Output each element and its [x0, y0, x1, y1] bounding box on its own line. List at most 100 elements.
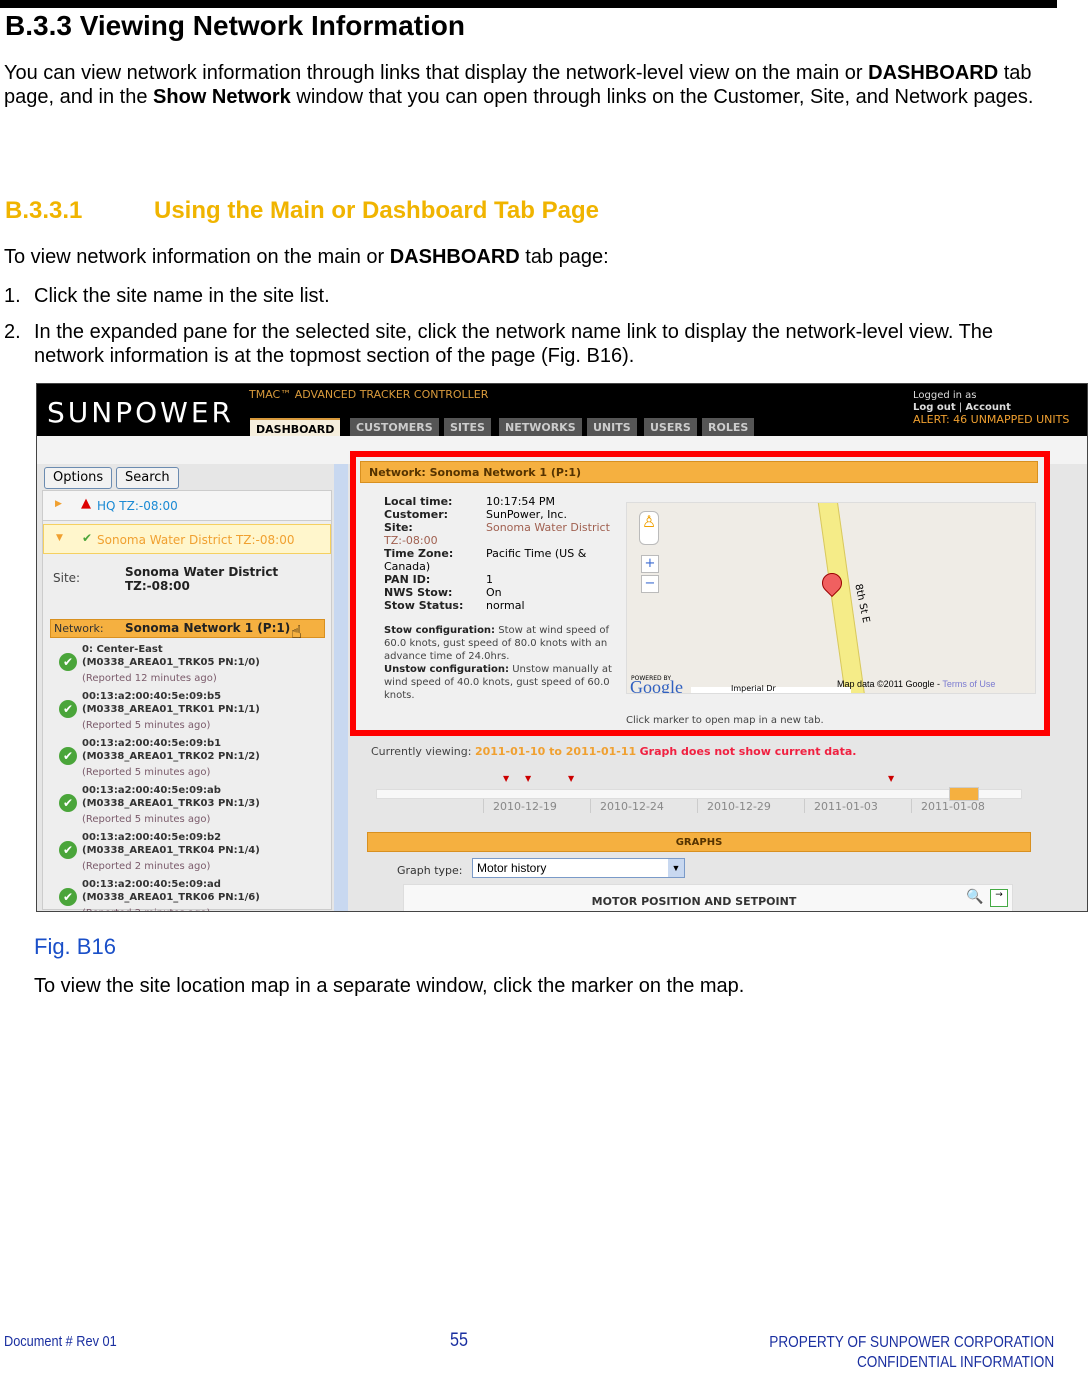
ok-icon: ✔ — [59, 747, 77, 765]
map-attribution: Map data ©2011 Google - — [837, 679, 941, 689]
map-attribution-row: Map data ©2011 Google - Terms of Use — [837, 678, 995, 690]
selected-value: Motor history — [477, 861, 547, 875]
value: 1 — [486, 573, 493, 586]
map-hint: Click marker to open map in a new tab. — [626, 715, 824, 726]
warning-icon: ▲ — [81, 496, 91, 511]
site-item-sonoma[interactable]: ▼ ✔ Sonoma Water District TZ:-08:00 — [43, 524, 331, 554]
network-label: Network: — [54, 622, 104, 635]
label: Stow Status: — [384, 599, 464, 612]
tick-mark — [697, 799, 698, 813]
property-notice: PROPERTY OF SUNPOWER CORPORATION — [769, 1334, 1054, 1351]
intro-paragraph: You can view network information through… — [4, 62, 1034, 108]
label: Customer: — [384, 508, 449, 521]
account-link[interactable]: Account — [965, 402, 1010, 413]
site-label: Site: — [53, 571, 81, 585]
logged-in-label: Logged in as — [913, 390, 977, 401]
graph-type-label: Graph type: — [397, 864, 463, 877]
label: NWS Stow: — [384, 586, 453, 599]
site-list: ▶ ▲ HQ TZ:-08:00 ▼ ✔ Sonoma Water Distri… — [42, 490, 332, 911]
unit-id-link[interactable]: 00:13:a2:00:40:5e:09:b2 (M0338_AREA01_TR… — [82, 831, 297, 857]
warning: Graph does not show current data. — [639, 745, 857, 758]
collapse-icon: ▼ — [56, 533, 63, 543]
slider-handle[interactable] — [949, 787, 979, 801]
unit-reported: (Reported 2 minutes ago) — [82, 861, 211, 872]
unit-id-link[interactable]: 00:13:a2:00:40:5e:09:b1 (M0338_AREA01_TR… — [82, 737, 297, 763]
unit-id-link[interactable]: 00:13:a2:00:40:5e:09:ab (M0338_AREA01_TR… — [82, 784, 297, 810]
unit-reported: (Reported 5 minutes ago) — [82, 720, 211, 731]
label: Time Zone: — [384, 547, 454, 560]
search-button[interactable]: Search — [116, 467, 179, 489]
hand-cursor-icon: ☝ — [291, 622, 302, 643]
unit-reported: (Reported 5 minutes ago) — [82, 814, 211, 825]
ok-icon: ✔ — [82, 531, 93, 545]
terms-link[interactable]: Terms of Use — [942, 679, 995, 689]
step-text: Click the site name in the site list. — [34, 285, 330, 307]
tab-customers[interactable]: CUSTOMERS — [350, 418, 439, 436]
graph-type-select[interactable]: Motor history ▼ — [472, 858, 685, 878]
timeline-tick-label: 2010-12-24 — [600, 800, 664, 813]
event-marker-icon: ▼ — [568, 774, 575, 783]
unit-list-item[interactable]: ✔ 00:13:a2:00:40:5e:09:ad (M0338_AREA01_T… — [55, 878, 325, 911]
site-name: Sonoma Water District TZ:-08:00 — [97, 533, 295, 547]
street-label: Imperial Dr — [731, 684, 776, 693]
logout-link[interactable]: Log out — [913, 402, 956, 413]
unit-id-link[interactable]: 00:13:a2:00:40:5e:09:ad (M0338_AREA01_TR… — [82, 878, 297, 904]
tab-roles[interactable]: ROLES — [702, 418, 755, 436]
unit-id-link[interactable]: 0: Center-East (M0338_AREA01_TRK05 PN:1/… — [82, 643, 297, 669]
page-title: B.3.3 Viewing Network Information — [5, 10, 466, 41]
ok-icon: ✔ — [59, 841, 77, 859]
value: normal — [486, 599, 525, 612]
tick-mark — [590, 799, 591, 813]
product-name: TMAC™ ADVANCED TRACKER CONTROLLER — [249, 388, 489, 401]
ok-icon: ✔ — [59, 888, 77, 906]
site-map[interactable]: 8th St E Imperial Dr ♙ + − POWERED BY Go… — [626, 502, 1036, 694]
tab-users[interactable]: USERS — [644, 418, 697, 436]
network-title: Network: Sonoma Network 1 (P:1) — [369, 466, 582, 479]
pegman-icon[interactable]: ♙ — [639, 511, 659, 545]
section-number: B.3.3.1 — [5, 197, 83, 224]
tick-mark — [483, 799, 484, 813]
network-link[interactable]: Sonoma Network 1 (P:1) — [125, 621, 290, 635]
unit-reported: (Reported 12 minutes ago) — [82, 673, 217, 684]
zoom-in-button[interactable]: + — [641, 555, 659, 573]
ok-icon: ✔ — [59, 794, 77, 812]
calendar-icon[interactable]: → — [990, 889, 1008, 907]
network-link-row[interactable]: Network: Sonoma Network 1 (P:1) ☝ — [50, 619, 325, 643]
step-number: 2. — [4, 321, 21, 343]
value: SunPower, Inc. — [486, 508, 567, 521]
left-scrollbar[interactable] — [334, 464, 348, 911]
value: 10:17:54 PM — [486, 495, 556, 508]
network-info-highlight: Network: Sonoma Network 1 (P:1) Local ti… — [350, 451, 1050, 736]
tab-units[interactable]: UNITS — [587, 418, 637, 436]
app-screenshot: SUNPOWER TMAC™ ADVANCED TRACKER CONTROLL… — [36, 383, 1088, 912]
tab-dashboard[interactable]: DASHBOARD — [250, 418, 341, 436]
unit-list-item[interactable]: ✔ 0: Center-East (M0338_AREA01_TRK05 PN:1… — [55, 643, 325, 689]
ok-icon: ✔ — [59, 653, 77, 671]
unit-id-link[interactable]: 00:13:a2:00:40:5e:09:b5 (M0338_AREA01_TR… — [82, 690, 297, 716]
unit-list-item[interactable]: ✔ 00:13:a2:00:40:5e:09:b1 (M0338_AREA01_T… — [55, 737, 325, 783]
tab-networks[interactable]: NETWORKS — [499, 418, 582, 436]
site-item-hq[interactable]: ▶ ▲ HQ TZ:-08:00 — [43, 491, 331, 521]
sunpower-logo: SUNPOWER — [47, 396, 234, 429]
unit-list-item[interactable]: ✔ 00:13:a2:00:40:5e:09:b5 (M0338_AREA01_T… — [55, 690, 325, 736]
options-button[interactable]: Options — [44, 467, 113, 489]
ok-icon: ✔ — [59, 700, 77, 718]
unit-list-item[interactable]: ✔ 00:13:a2:00:40:5e:09:ab (M0338_AREA01_T… — [55, 784, 325, 830]
network-title-bar: Network: Sonoma Network 1 (P:1) — [360, 461, 1038, 483]
label: Stow configuration: — [384, 625, 496, 636]
timeline-tick-label: 2011-01-08 — [921, 800, 985, 813]
footer-confidential: PROPERTY OF SUNPOWER CORPORATION CONFIDEN… — [769, 1333, 1054, 1373]
label: Unstow configuration: — [384, 664, 510, 675]
timeline-slider[interactable] — [376, 787, 1022, 801]
expand-icon: ▶ — [55, 499, 62, 509]
figure-caption: Fig. B16 — [34, 934, 116, 959]
chevron-down-icon: ▼ — [668, 859, 684, 877]
street-label: 8th St E — [852, 582, 872, 625]
unit-list-item[interactable]: ✔ 00:13:a2:00:40:5e:09:b2 (M0338_AREA01_T… — [55, 831, 325, 877]
tab-sites[interactable]: SITES — [444, 418, 491, 436]
footer-document: Document # Rev 01 — [4, 1333, 117, 1350]
zoom-icon[interactable]: 🔍 — [966, 889, 983, 905]
alert-unmapped-link[interactable]: ALERT: 46 UNMAPPED UNITS — [913, 414, 1081, 426]
zoom-out-button[interactable]: − — [641, 575, 659, 593]
lead-paragraph: To view network information on the main … — [4, 246, 609, 268]
